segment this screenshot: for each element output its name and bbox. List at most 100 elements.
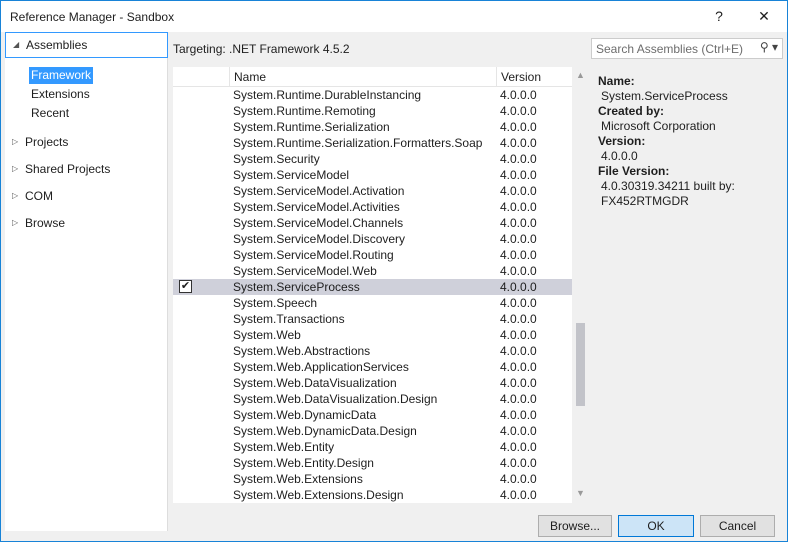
- sidebar: ◢ Assemblies Framework Extensions Recent…: [5, 32, 168, 531]
- assembly-name: System.Runtime.Remoting: [233, 104, 376, 118]
- table-row[interactable]: System.Web.Abstractions 4.0.0.0: [173, 343, 572, 359]
- assemblies-grid: Name Version System.Runtime.DurableInsta…: [173, 67, 589, 503]
- table-row[interactable]: System.ServiceModel 4.0.0.0: [173, 167, 572, 183]
- table-row[interactable]: System.Web.Entity.Design 4.0.0.0: [173, 455, 572, 471]
- assembly-name: System.Web.ApplicationServices: [233, 360, 409, 374]
- assembly-name: System.Web.Entity.Design: [233, 456, 374, 470]
- column-header-version[interactable]: Version: [496, 67, 572, 87]
- assembly-version: 4.0.0.0: [500, 392, 537, 406]
- table-row[interactable]: System.ServiceModel.Routing 4.0.0.0: [173, 247, 572, 263]
- checkbox[interactable]: ✔: [179, 280, 192, 293]
- file-version-build: FX452RTMGDR: [601, 194, 689, 208]
- assembly-version: 4.0.0.0: [500, 440, 537, 454]
- assembly-name: System.ServiceModel.Activities: [233, 200, 400, 214]
- sidebar-item-browse[interactable]: ▷ Browse: [5, 214, 168, 232]
- assembly-version: 4.0.0.0: [500, 264, 537, 278]
- assembly-name: System.Web.DynamicData: [233, 408, 377, 422]
- help-button[interactable]: ?: [704, 5, 734, 27]
- table-row[interactable]: System.Web.DynamicData.Design 4.0.0.0: [173, 423, 572, 439]
- created-by-label: Created by:: [598, 104, 665, 118]
- table-row[interactable]: System.Speech 4.0.0.0: [173, 295, 572, 311]
- assembly-name: System.Web.Abstractions: [233, 344, 371, 358]
- scrollbar-thumb[interactable]: [576, 323, 585, 406]
- table-row[interactable]: ✔ System.ServiceProcess 4.0.0.0: [173, 279, 572, 295]
- assembly-name: System.ServiceModel.Web: [233, 264, 377, 278]
- assembly-name: System.Runtime.Serialization.Formatters.…: [233, 136, 483, 150]
- assembly-version: 4.0.0.0: [500, 360, 537, 374]
- assembly-name: System.Web.DynamicData.Design: [233, 424, 417, 438]
- collapsed-arrow-icon: ▷: [12, 191, 19, 200]
- collapsed-arrow-icon: ▷: [12, 164, 19, 173]
- name-label: Name:: [598, 74, 635, 88]
- table-row[interactable]: System.ServiceModel.Web 4.0.0.0: [173, 263, 572, 279]
- collapsed-arrow-icon: ▷: [12, 137, 19, 146]
- assembly-name: System.ServiceModel.Activation: [233, 184, 405, 198]
- table-row[interactable]: System.Web.DataVisualization.Design 4.0.0…: [173, 391, 572, 407]
- table-row[interactable]: System.Web.Entity 4.0.0.0: [173, 439, 572, 455]
- created-by-value: Microsoft Corporation: [601, 119, 716, 133]
- ok-button[interactable]: OK: [618, 515, 694, 537]
- targeting-label: Targeting: .NET Framework 4.5.2: [173, 42, 350, 56]
- assembly-version: 4.0.0.0: [500, 120, 537, 134]
- assembly-version: 4.0.0.0: [500, 488, 537, 502]
- table-row[interactable]: System.Runtime.Serialization 4.0.0.0: [173, 119, 572, 135]
- table-row[interactable]: System.Web.Extensions 4.0.0.0: [173, 471, 572, 487]
- assembly-version: 4.0.0.0: [500, 200, 537, 214]
- assembly-version: 4.0.0.0: [500, 88, 537, 102]
- table-row[interactable]: System.Transactions 4.0.0.0: [173, 311, 572, 327]
- sidebar-item-assemblies[interactable]: ◢ Assemblies: [5, 32, 168, 58]
- table-row[interactable]: System.ServiceModel.Channels 4.0.0.0: [173, 215, 572, 231]
- assembly-version: 4.0.0.0: [500, 232, 537, 246]
- table-row[interactable]: System.Web.DynamicData 4.0.0.0: [173, 407, 572, 423]
- assembly-version: 4.0.0.0: [500, 344, 537, 358]
- reference-manager-dialog: Reference Manager - Sandbox ? ✕ ◢ Assemb…: [0, 0, 788, 542]
- assembly-version: 4.0.0.0: [500, 328, 537, 342]
- scroll-up-icon[interactable]: ▲: [576, 70, 585, 80]
- assembly-version: 4.0.0.0: [500, 136, 537, 150]
- table-row[interactable]: System.Web.ApplicationServices 4.0.0.0: [173, 359, 572, 375]
- assembly-name: System.Speech: [233, 296, 318, 310]
- assembly-version: 4.0.0.0: [500, 456, 537, 470]
- sidebar-item-framework[interactable]: Framework: [29, 67, 94, 84]
- assembly-version: 4.0.0.0: [500, 184, 537, 198]
- close-button[interactable]: ✕: [749, 5, 779, 27]
- assembly-version: 4.0.0.0: [500, 280, 537, 294]
- search-icon[interactable]: ⚲ ▾: [760, 40, 778, 54]
- assembly-version: 4.0.0.0: [500, 248, 537, 262]
- table-row[interactable]: System.Runtime.Serialization.Formatters.…: [173, 135, 572, 151]
- collapsed-arrow-icon: ▷: [12, 218, 19, 227]
- assembly-version: 4.0.0.0: [500, 152, 537, 166]
- sidebar-item-extensions[interactable]: Extensions: [29, 86, 92, 103]
- cancel-button[interactable]: Cancel: [700, 515, 775, 537]
- sidebar-item-recent[interactable]: Recent: [29, 105, 71, 122]
- table-row[interactable]: System.Web.DataVisualization 4.0.0.0: [173, 375, 572, 391]
- search-input[interactable]: Search Assemblies (Ctrl+E) ⚲ ▾: [591, 38, 783, 59]
- column-header-name[interactable]: Name: [229, 67, 496, 87]
- table-row[interactable]: System.ServiceModel.Activities 4.0.0.0: [173, 199, 572, 215]
- sidebar-item-shared-projects[interactable]: ▷ Shared Projects: [5, 160, 168, 178]
- assembly-version: 4.0.0.0: [500, 216, 537, 230]
- table-row[interactable]: System.Runtime.DurableInstancing 4.0.0.0: [173, 87, 572, 103]
- expanded-arrow-icon: ◢: [13, 40, 20, 49]
- table-row[interactable]: System.ServiceModel.Activation 4.0.0.0: [173, 183, 572, 199]
- browse-button[interactable]: Browse...: [538, 515, 612, 537]
- table-row[interactable]: System.Runtime.Remoting 4.0.0.0: [173, 103, 572, 119]
- assembly-name: System.ServiceModel.Channels: [233, 216, 404, 230]
- scroll-down-icon[interactable]: ▼: [576, 488, 585, 498]
- sidebar-item-label: COM: [25, 189, 53, 203]
- vertical-scrollbar[interactable]: ▲ ▼: [572, 67, 589, 503]
- sidebar-item-com[interactable]: ▷ COM: [5, 187, 168, 205]
- table-row[interactable]: System.Web.Extensions.Design 4.0.0.0: [173, 487, 572, 503]
- sidebar-item-label: Shared Projects: [25, 162, 111, 176]
- assembly-version: 4.0.0.0: [500, 408, 537, 422]
- assembly-version: 4.0.0.0: [500, 424, 537, 438]
- assembly-name: System.Web: [233, 328, 301, 342]
- sidebar-item-projects[interactable]: ▷ Projects: [5, 133, 168, 151]
- table-row[interactable]: System.Security 4.0.0.0: [173, 151, 572, 167]
- assembly-version: 4.0.0.0: [500, 376, 537, 390]
- title-bar: Reference Manager - Sandbox ? ✕: [1, 1, 787, 32]
- table-row[interactable]: System.ServiceModel.Discovery 4.0.0.0: [173, 231, 572, 247]
- table-row[interactable]: System.Web 4.0.0.0: [173, 327, 572, 343]
- assembly-version: 4.0.0.0: [500, 296, 537, 310]
- assembly-name: System.Web.Extensions.Design: [233, 488, 404, 502]
